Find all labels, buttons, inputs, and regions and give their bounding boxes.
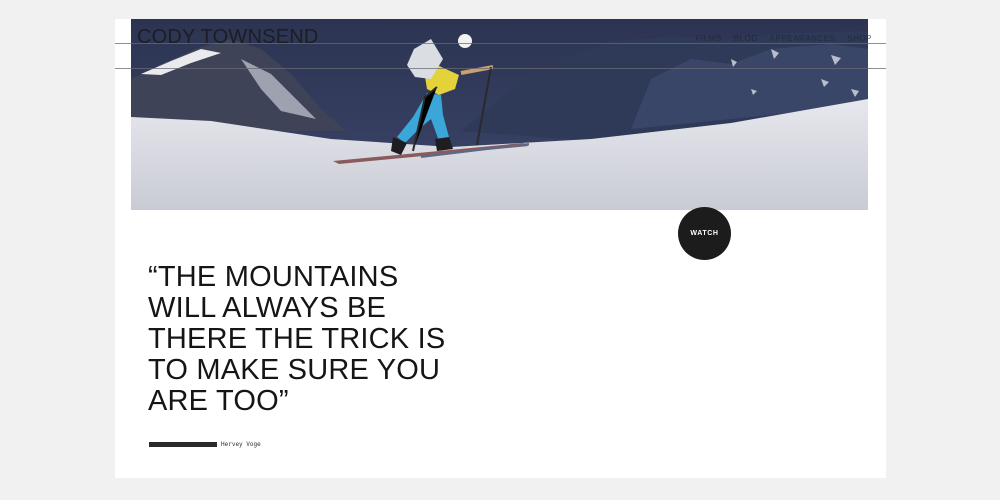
quote-attribution: Hervey Voge xyxy=(149,441,261,448)
page-panel: CODY TOWNSEND Films Blog Appearances Sho… xyxy=(115,19,886,478)
quote-text: “THE MOUNTAINS WILL ALWAYS BE THERE THE … xyxy=(148,261,446,417)
nav-item-shop[interactable]: Shop xyxy=(847,34,872,43)
watch-button[interactable]: WATCH xyxy=(678,207,731,260)
nav-item-blog[interactable]: Blog xyxy=(734,34,758,43)
attribution-bar xyxy=(149,442,217,447)
header-rule-bottom xyxy=(115,68,886,69)
quote-author: Hervey Voge xyxy=(221,441,261,448)
main-nav: Films Blog Appearances Shop xyxy=(696,34,873,43)
site-logo[interactable]: CODY TOWNSEND xyxy=(137,25,319,49)
nav-item-appearances[interactable]: Appearances xyxy=(770,34,836,43)
nav-item-films[interactable]: Films xyxy=(696,34,722,43)
